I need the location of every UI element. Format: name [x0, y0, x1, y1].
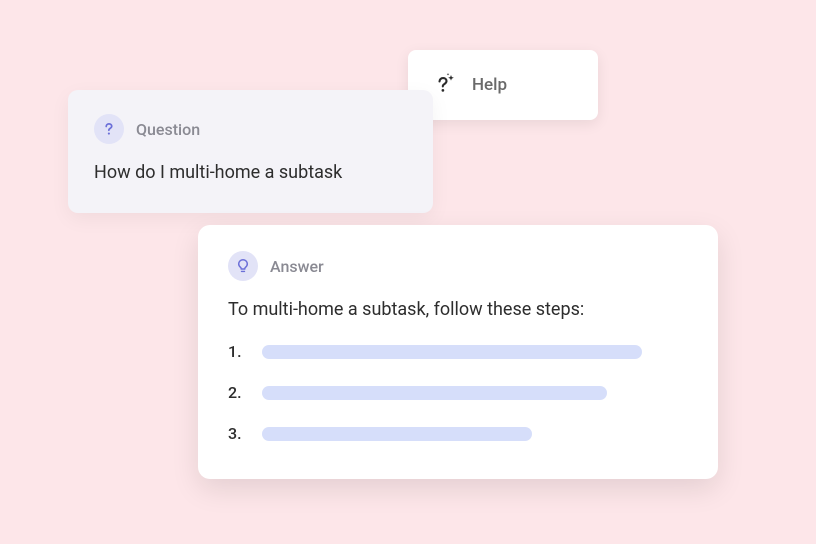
answer-card: Answer To multi-home a subtask, follow t… [198, 225, 718, 479]
question-text: How do I multi-home a subtask [94, 162, 407, 183]
answer-header: Answer [228, 251, 688, 281]
question-icon [94, 114, 124, 144]
question-label: Question [136, 120, 200, 139]
question-header: Question [94, 114, 407, 144]
step-number: 1. [228, 342, 246, 361]
step-number: 3. [228, 424, 246, 443]
answer-label: Answer [270, 257, 324, 276]
step-number: 2. [228, 383, 246, 402]
answer-step: 3. [228, 424, 688, 443]
answer-step: 1. [228, 342, 688, 361]
answer-step: 2. [228, 383, 688, 402]
answer-steps: 1. 2. 3. [228, 342, 688, 443]
lightbulb-icon [228, 251, 258, 281]
step-placeholder [262, 427, 532, 441]
question-card: Question How do I multi-home a subtask [68, 90, 433, 213]
help-chip[interactable]: Help [408, 50, 598, 120]
sparkle-question-icon [430, 71, 458, 99]
answer-intro: To multi-home a subtask, follow these st… [228, 299, 688, 320]
help-label: Help [472, 75, 507, 95]
step-placeholder [262, 386, 607, 400]
step-placeholder [262, 345, 642, 359]
